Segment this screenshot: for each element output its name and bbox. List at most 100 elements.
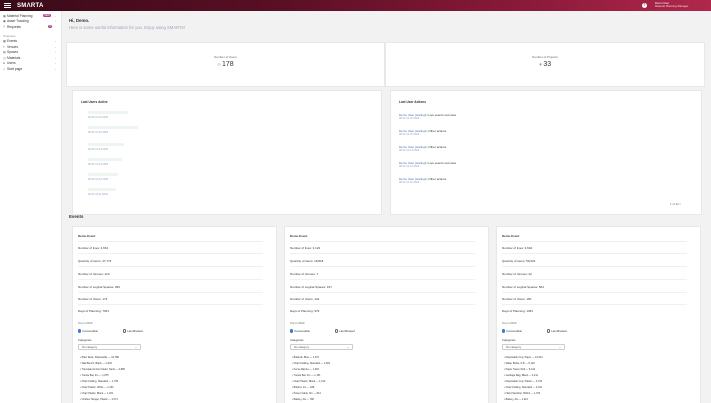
- list-item: • Chair Folding, Standard — 1,784: [80, 380, 119, 383]
- pagination[interactable]: 1 of 34 >: [670, 202, 681, 206]
- top-in-label: Top in 2023: [290, 321, 305, 325]
- event-stat: Number of Users: 150: [502, 297, 532, 301]
- stat-value-wrap: ⚘33: [386, 61, 704, 68]
- radio-label: Last Booked: [127, 329, 143, 333]
- users-icon: ⚇: [217, 62, 221, 67]
- action-item[interactable]: Demo User (testing1) Other actions 06.23…: [399, 129, 446, 137]
- event-stat: Days of Planning: 979: [290, 309, 320, 313]
- help-icon[interactable]: ?: [642, 3, 647, 8]
- sidebar-item-start-page[interactable]: ⌂ Start page ›: [0, 66, 61, 72]
- last-actions-card: Last User Actions Demo User (testing1) L…: [390, 90, 702, 215]
- event-title[interactable]: Demo Event: [502, 234, 519, 238]
- event-stat: Number of Users: 122: [290, 297, 320, 301]
- divider: [78, 304, 263, 305]
- event-stat: Number of Logical Spaces: 396: [78, 285, 120, 289]
- event-title[interactable]: Demo Event: [78, 234, 95, 238]
- list-item: • Garbage Bag, Black — 4,211: [504, 374, 538, 377]
- event-stat: Number of Venues: 7: [290, 272, 319, 276]
- chevron-down-icon: ⌄: [558, 345, 561, 349]
- event-stat: Number of Users: 173: [78, 297, 108, 301]
- action-date: 06.23 14:14 2023: [399, 149, 420, 152]
- category-select[interactable]: No category ⌄: [502, 344, 565, 350]
- divider: [290, 253, 475, 254]
- radio-label: Consumable: [506, 329, 522, 333]
- radio-icon: [547, 329, 551, 333]
- stat-card-users: Number of Users ⚇178: [66, 42, 385, 87]
- consumable-radio[interactable]: Consumable: [78, 329, 98, 333]
- user-date: 06.23 14:13 2023: [88, 163, 109, 166]
- event-stat: Number of lines: 4,661: [78, 246, 109, 250]
- card-title: Last Users Active: [81, 100, 108, 104]
- divider: [290, 241, 475, 242]
- list-item: • Bollard, 1m — 938: [292, 386, 315, 389]
- action-item[interactable]: Demo User (testing1) Live events overvie…: [399, 161, 456, 169]
- sidebar-item-label: Venues: [7, 44, 18, 49]
- divider: [502, 292, 687, 293]
- consumable-radio[interactable]: Consumable: [290, 329, 310, 333]
- menu-icon[interactable]: [4, 3, 11, 8]
- action-item[interactable]: Demo User (testing1) Other actions 06.23…: [399, 145, 446, 153]
- user-role: Material Planning Manager: [655, 4, 689, 9]
- divider: [290, 304, 475, 305]
- category-select[interactable]: No category ⌄: [78, 344, 141, 350]
- list-item: • Paper Towel, Roll — 5,412: [504, 368, 536, 371]
- action-item[interactable]: Demo User (testing1) Live events overvie…: [399, 113, 456, 121]
- stat-label: Number of Users: [214, 55, 237, 59]
- action-type: Live events overview: [428, 113, 457, 117]
- divider: [290, 266, 475, 267]
- top-in-label: Top in 2023: [502, 321, 517, 325]
- divider: [78, 241, 263, 242]
- list-item: • Trestle Bar, 2m — 1,875: [80, 374, 109, 377]
- list-item: • Hand Sanitizer, 500ml — 1,702: [504, 392, 541, 395]
- sidebar-item-requests[interactable]: ? Requests 0: [0, 24, 61, 30]
- last-booked-radio[interactable]: Last Booked: [335, 329, 355, 333]
- category-select[interactable]: No category ⌄: [290, 344, 353, 350]
- list-item: • Power Cable, 5m — 814: [292, 392, 321, 395]
- list-item: • Chair Folding, Standard — 1,661: [292, 362, 331, 365]
- action-date: 06.23 14:16 2023: [399, 117, 420, 120]
- action-item[interactable]: Demo User (testing1) Other actions 06.23…: [399, 177, 446, 185]
- sidebar-item-label: Spaces: [7, 50, 18, 55]
- action-date: 06.23 14:13 2023: [399, 165, 420, 168]
- divider: [78, 266, 263, 267]
- user-menu[interactable]: Demo User Material Planning Manager: [655, 1, 689, 9]
- categories-label: Categories: [290, 338, 304, 342]
- last-booked-radio[interactable]: Last Booked: [123, 329, 143, 333]
- radio-selected-icon: [502, 329, 506, 333]
- sidebar-item-label: Users: [7, 61, 16, 66]
- event-card: Demo Event Number of lines: 4,661 Quanti…: [72, 226, 277, 403]
- chevron-down-icon: ⌄: [346, 345, 349, 349]
- list-item: • Fence Barrier — 1,318: [292, 368, 319, 371]
- top-bar: SMΛRTA ? Demo User Material Planning Man…: [0, 0, 711, 11]
- divider: [78, 253, 263, 254]
- categories-label: Categories: [78, 338, 92, 342]
- event-stat: Days of Planning: 7061: [78, 309, 110, 313]
- select-value: No category: [82, 345, 98, 349]
- list-item: • Chair Plastic, White — 1,432: [80, 386, 114, 389]
- last-booked-radio[interactable]: Last Booked: [547, 329, 567, 333]
- list-item: • Bollards, Blue — 1,871: [292, 356, 320, 359]
- stat-value: 33: [543, 61, 552, 68]
- radio-icon: [123, 329, 127, 333]
- requests-count-badge: 0: [48, 25, 52, 29]
- greeting: Hi, Demo.: [69, 18, 90, 23]
- list-item: • Water Bottle, 0.5l — 8,118: [504, 362, 535, 365]
- consumable-radio[interactable]: Consumable: [502, 329, 522, 333]
- main-content: Hi, Demo. Here is some useful informatio…: [62, 11, 711, 403]
- event-card: Demo Event Number of lines: 3,122 Quanti…: [284, 226, 489, 403]
- event-card: Demo Event Number of lines: 3,604 Quanti…: [496, 226, 701, 403]
- blurred-user-name: [88, 158, 122, 161]
- divider: [290, 279, 475, 280]
- list-item: • Clothes Hanger, Plastic — 1,073: [80, 398, 118, 401]
- stat-label: Number of Projects: [532, 55, 558, 59]
- divider: [502, 304, 687, 305]
- event-title[interactable]: Demo Event: [290, 234, 307, 238]
- event-stat: Quantity of items: 18,818: [290, 259, 324, 263]
- radio-selected-icon: [290, 329, 294, 333]
- blurred-user-name: [88, 126, 138, 129]
- app-logo[interactable]: SMΛRTA: [17, 3, 44, 9]
- user-date: 06.23 14:11 2023: [88, 193, 108, 196]
- user-date: 06.23 14:14 2023: [88, 148, 109, 151]
- divider: [502, 241, 687, 242]
- action-date: 06.23 14:15 2023: [399, 133, 420, 136]
